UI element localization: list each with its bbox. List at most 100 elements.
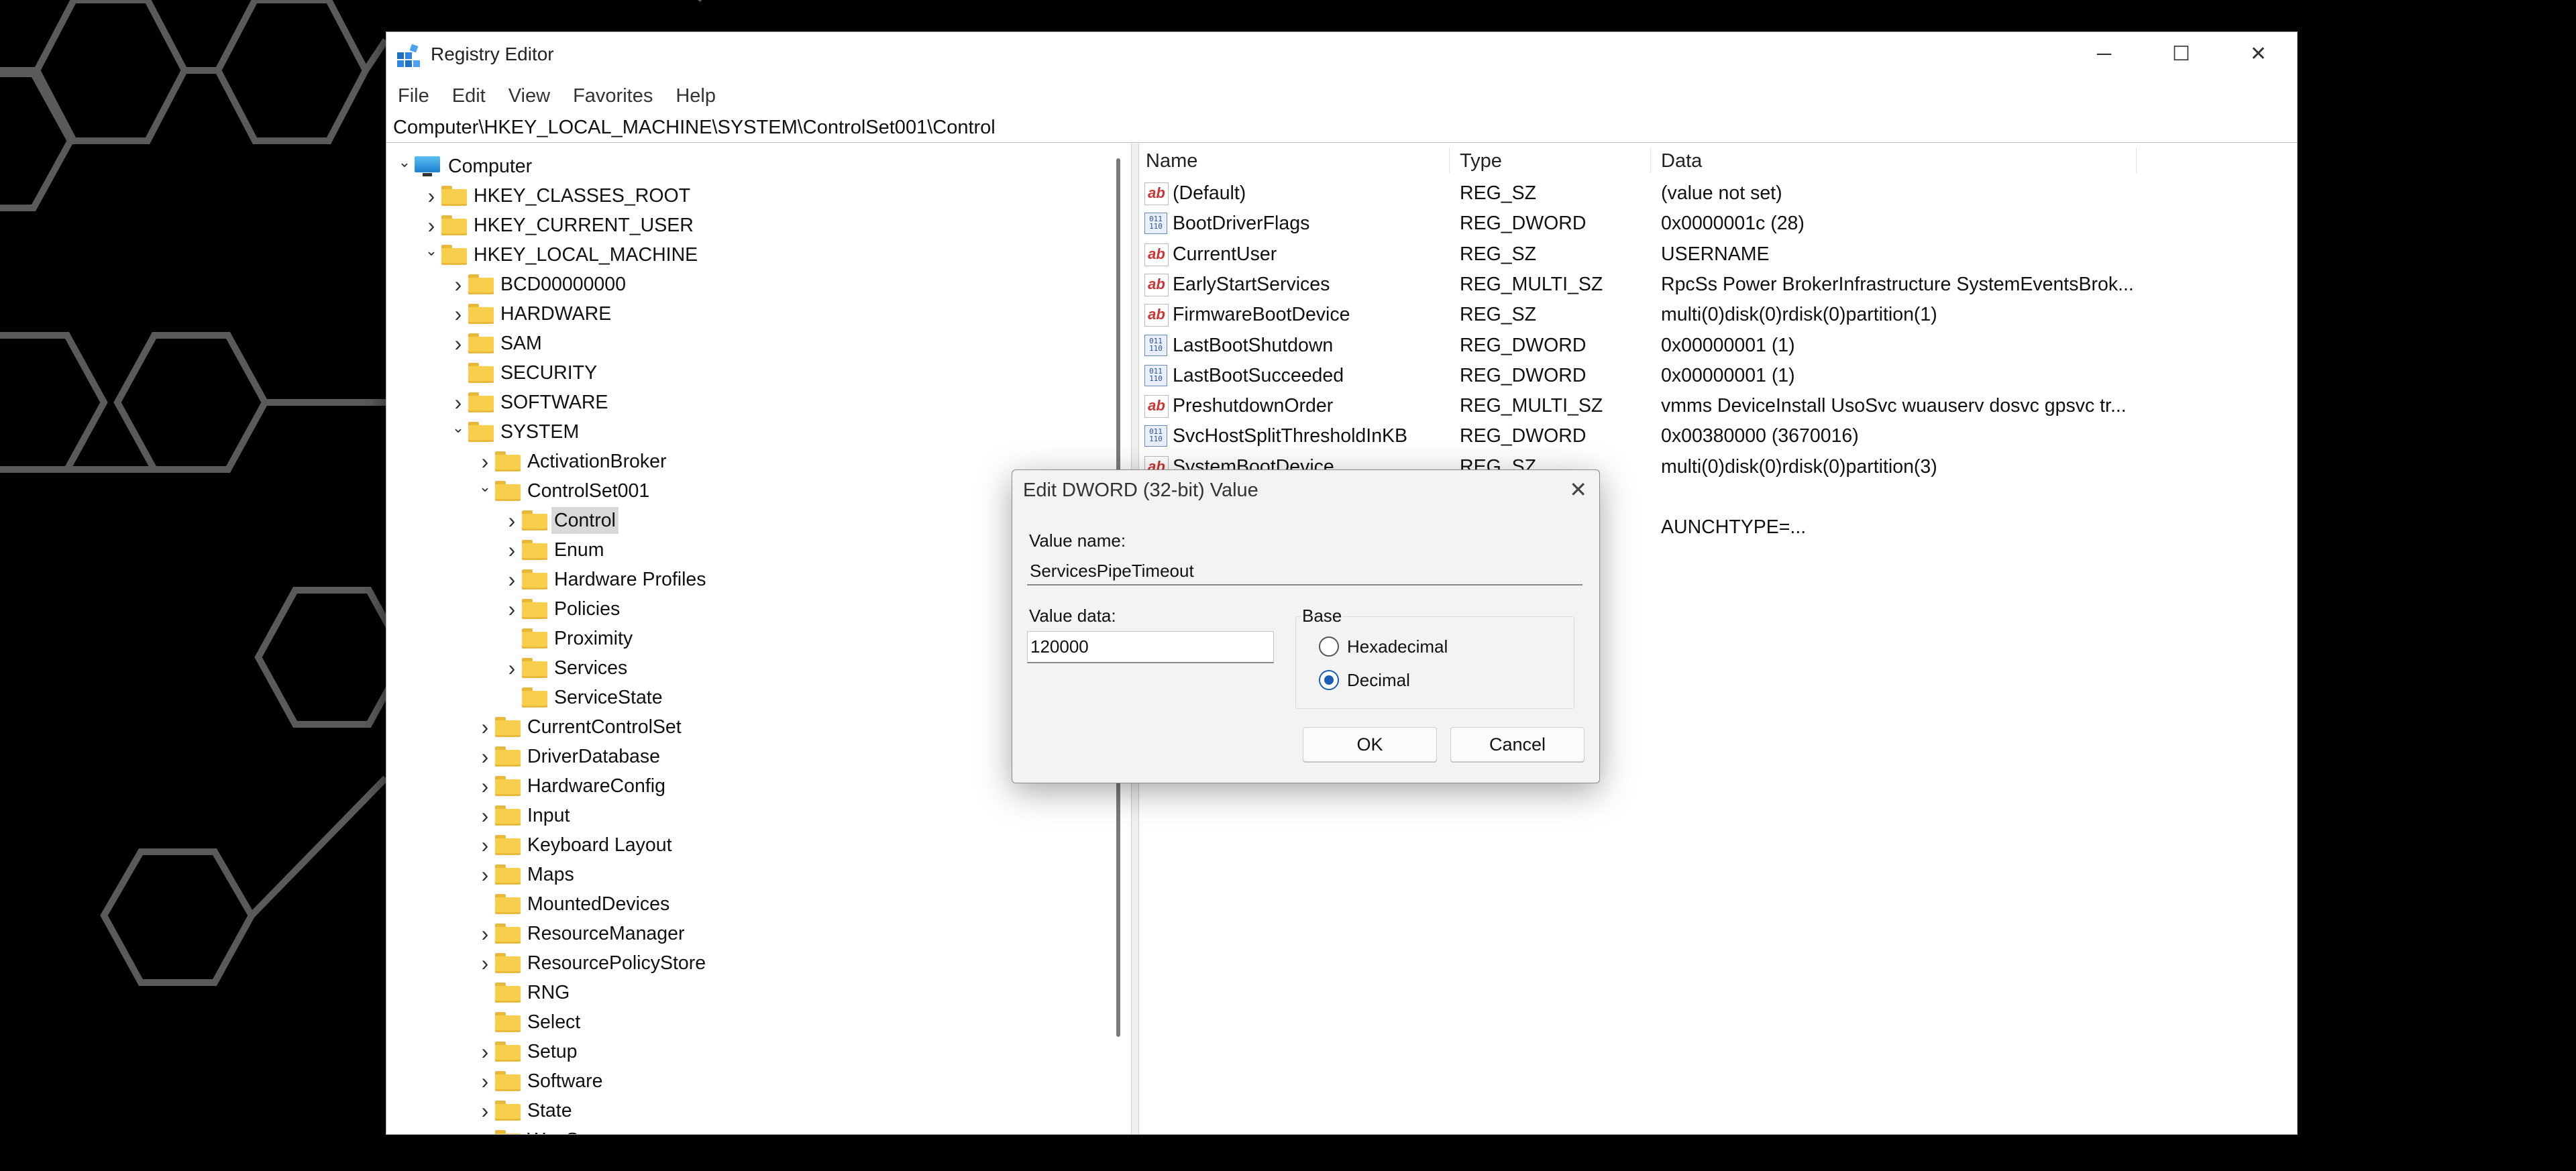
tree-item-proximity[interactable]: Proximity [502,624,635,653]
chevron-right-icon[interactable]: › [475,1125,495,1135]
chevron-right-icon[interactable]: › [475,919,495,948]
tree-item-security[interactable]: SECURITY [448,358,600,388]
chevron-right-icon[interactable]: › [448,270,468,299]
value-data-input[interactable] [1027,631,1274,663]
cancel-button[interactable]: Cancel [1450,727,1585,762]
column-header-data[interactable]: Data [1661,150,1702,172]
tree-item-hardwareconfig[interactable]: › HardwareConfig [475,771,668,801]
value-row[interactable]: 011 110 LastBootSucceeded REG_DWORD 0x000000… [1139,361,2297,390]
tree-item-sam[interactable]: › SAM [448,329,545,358]
close-button[interactable]: ✕ [2220,32,2297,76]
tree-item-control[interactable]: › Control [502,506,619,535]
maximize-button[interactable]: ☐ [2143,32,2220,76]
chevron-right-icon[interactable]: › [448,329,468,358]
hexadecimal-label[interactable]: Hexadecimal [1347,636,1448,657]
tree-item-currentcontrolset[interactable]: › CurrentControlSet [475,712,684,742]
chevron-right-icon[interactable]: › [502,653,522,683]
minimize-button[interactable]: ─ [2065,32,2143,76]
menu-help[interactable]: Help [664,79,727,113]
value-row[interactable]: 011 110 SvcHostSplitThresholdInKB REG_DWORD… [1139,421,2297,451]
value-row[interactable]: ab (Default) REG_SZ (value not set) [1139,178,2297,208]
chevron-right-icon[interactable]: › [448,299,468,329]
address-bar[interactable]: Computer\HKEY_LOCAL_MACHINE\SYSTEM\Contr… [393,114,996,141]
chevron-right-icon[interactable]: › [475,860,495,889]
tree-item-policies[interactable]: › Policies [502,594,623,624]
chevron-right-icon[interactable]: › [475,1096,495,1125]
tree-item-services[interactable]: › Services [502,653,630,683]
chevron-right-icon[interactable]: › [502,506,522,535]
tree-item-bcd00000000[interactable]: › BCD00000000 [448,270,629,299]
tree-item-setup[interactable]: › Setup [475,1037,580,1066]
tree-item-label: SOFTWARE [500,392,608,413]
chevron-right-icon[interactable]: › [502,565,522,594]
tree-item-select[interactable]: Select [475,1007,583,1037]
menu-edit[interactable]: Edit [441,79,497,113]
title-bar[interactable]: Registry Editor ─ ☐ ✕ [386,32,2297,76]
tree-item-computer[interactable]: ⌄ Computer [394,152,535,181]
decimal-label[interactable]: Decimal [1347,670,1410,691]
chevron-right-icon[interactable]: › [475,712,495,742]
value-row[interactable]: 011 110 BootDriverFlags REG_DWORD 0x0000001c… [1139,209,2297,238]
value-type: REG_MULTI_SZ [1460,273,1603,295]
tree-item-controlset001[interactable]: ⌄ ControlSet001 [475,476,652,506]
value-row[interactable]: ab FirmwareBootDevice REG_SZ multi(0)disk(0… [1139,300,2297,329]
chevron-right-icon[interactable]: › [502,535,522,565]
tree-item-mounteddevices[interactable]: MountedDevices [475,889,672,919]
value-name-field[interactable] [1027,557,1582,586]
tree-item-servicestate[interactable]: ServiceState [502,683,665,712]
chevron-right-icon[interactable]: › [475,742,495,771]
tree-item-enum[interactable]: › Enum [502,535,606,565]
tree-item-label: Control [551,507,619,534]
dialog-close-button[interactable]: ✕ [1569,477,1587,502]
chevron-down-icon[interactable]: ⌄ [475,472,495,502]
column-separator[interactable] [1650,148,1651,173]
tree-item-hkey-current-user[interactable]: › HKEY_CURRENT_USER [421,211,696,240]
hexadecimal-radio[interactable] [1319,636,1339,657]
tree-item-activationbroker[interactable]: › ActivationBroker [475,447,669,476]
tree-item-state[interactable]: › State [475,1096,575,1125]
chevron-right-icon[interactable]: › [421,181,441,211]
chevron-down-icon[interactable]: ⌄ [421,236,441,266]
value-row[interactable]: ab PreshutdownOrder REG_MULTI_SZ vmms Devic… [1139,391,2297,421]
chevron-right-icon[interactable]: › [475,771,495,801]
tree-item-hkey-classes-root[interactable]: › HKEY_CLASSES_ROOT [421,181,693,211]
tree-item-system[interactable]: ⌄ SYSTEM [448,417,582,447]
ok-button[interactable]: OK [1303,727,1437,762]
decimal-radio[interactable] [1319,670,1339,690]
chevron-down-icon[interactable]: ⌄ [394,148,415,177]
value-name: PreshutdownOrder [1173,395,1334,417]
tree-item-hkey-local-machine[interactable]: ⌄ HKEY_LOCAL_MACHINE [421,240,700,270]
tree-item-hardware[interactable]: › HARDWARE [448,299,614,329]
column-header-name[interactable]: Name [1146,150,1197,172]
menu-file[interactable]: File [386,79,441,113]
chevron-right-icon[interactable]: › [475,801,495,830]
chevron-right-icon[interactable]: › [502,594,522,624]
chevron-right-icon[interactable]: › [475,1066,495,1096]
edit-dword-dialog: Edit DWORD (32-bit) Value ✕ Value name: … [1012,469,1600,783]
column-header-type[interactable]: Type [1460,150,1502,172]
tree-item-hardware-profiles[interactable]: › Hardware Profiles [502,565,709,594]
value-type: REG_SZ [1460,243,1537,265]
value-row[interactable]: ab CurrentUser REG_SZ USERNAME [1139,239,2297,269]
value-row[interactable]: ab EarlyStartServices REG_MULTI_SZ RpcSs Po… [1139,270,2297,299]
tree-item-rng[interactable]: RNG [475,978,572,1007]
tree-item-software[interactable]: › Software [475,1066,605,1096]
tree-item-input[interactable]: › Input [475,801,572,830]
chevron-right-icon[interactable]: › [475,948,495,978]
tree-item-resourcemanager[interactable]: › ResourceManager [475,919,687,948]
tree-item-software[interactable]: › SOFTWARE [448,388,610,417]
tree-item-maps[interactable]: › Maps [475,860,577,889]
chevron-right-icon[interactable]: › [475,1037,495,1066]
chevron-right-icon[interactable]: › [475,830,495,860]
chevron-down-icon[interactable]: ⌄ [448,413,468,443]
tree-item-resourcepolicystore[interactable]: › ResourcePolicyStore [475,948,708,978]
tree-item-waas[interactable]: › WaaS [475,1125,582,1134]
menu-favorites[interactable]: Favorites [561,79,664,113]
column-separator[interactable] [2136,148,2137,173]
key-tree[interactable]: ⌄ Computer › HKEY_CLASSES_ROOT › HKEY_CURRENT… [386,144,1118,1134]
tree-item-driverdatabase[interactable]: › DriverDatabase [475,742,663,771]
menu-view[interactable]: View [497,79,561,113]
tree-item-keyboard-layout[interactable]: › Keyboard Layout [475,830,675,860]
column-separator[interactable] [1449,148,1450,173]
value-row[interactable]: 011 110 LastBootShutdown REG_DWORD 0x0000000… [1139,331,2297,360]
